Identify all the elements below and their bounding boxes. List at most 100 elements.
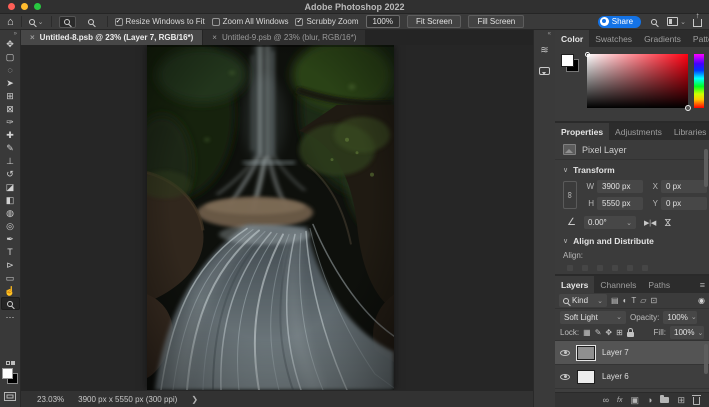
clone-stamp-tool[interactable]: ⊥	[1, 154, 20, 167]
saturation-brightness-field[interactable]	[587, 54, 688, 108]
layer-style-icon[interactable]: fx	[617, 396, 622, 405]
filter-toggle-icon[interactable]: ◉	[698, 296, 705, 305]
align-left-button[interactable]	[567, 265, 573, 271]
close-icon[interactable]: ×	[30, 33, 35, 42]
zoom-percent-field[interactable]: 100%	[366, 15, 400, 28]
home-icon[interactable]: ⌂	[7, 17, 14, 27]
flip-vertical-button[interactable]: ⋈	[662, 218, 673, 227]
color-picker-handle[interactable]	[685, 105, 691, 111]
expand-panel-icon[interactable]: »	[14, 30, 20, 37]
filter-smart-objects-icon[interactable]: ⊡	[650, 296, 657, 305]
blur-tool[interactable]: ◍	[1, 206, 20, 219]
layer-thumbnail[interactable]	[577, 370, 595, 384]
align-top-button[interactable]	[612, 265, 618, 271]
tab-adjustments[interactable]: Adjustments	[609, 123, 668, 140]
tab-gradients[interactable]: Gradients	[638, 30, 687, 47]
flip-horizontal-button[interactable]: ▶∣◀	[644, 219, 655, 227]
color-picker-marker[interactable]	[585, 52, 590, 57]
workspace-switcher[interactable]: ⌄	[667, 17, 686, 26]
link-layers-icon[interactable]: ∞	[603, 396, 609, 405]
type-tool[interactable]: T	[1, 245, 20, 258]
new-group-icon[interactable]	[660, 397, 669, 403]
zoom-tool[interactable]	[1, 297, 20, 310]
lock-all-icon[interactable]	[627, 332, 634, 337]
resize-windows-checkbox[interactable]: ✓ Resize Windows to Fit	[115, 17, 205, 26]
layer-thumbnail[interactable]	[577, 346, 595, 360]
panel-menu-icon[interactable]: ≡	[700, 276, 709, 293]
tab-libraries[interactable]: Libraries	[668, 123, 709, 140]
tab-patterns[interactable]: Patterns	[687, 30, 709, 47]
align-right-button[interactable]	[597, 265, 603, 271]
scrubby-zoom-checkbox[interactable]: ✓ Scrubby Zoom	[295, 17, 358, 26]
new-layer-icon[interactable]: ⊞	[677, 396, 685, 405]
share-button[interactable]: Share	[598, 16, 641, 28]
layer-row-layer-6[interactable]: Layer 6	[555, 365, 709, 389]
layer-row-layer-5[interactable]: Layer 5	[555, 389, 709, 392]
width-field[interactable]: 3900 px	[597, 180, 643, 193]
constrain-proportions-button[interactable]: ∞	[563, 181, 577, 209]
tab-swatches[interactable]: Swatches	[589, 30, 638, 47]
default-colors-icon[interactable]	[6, 361, 15, 365]
tab-channels[interactable]: Channels	[594, 276, 642, 293]
pen-tool[interactable]: ✒	[1, 232, 20, 245]
zoom-all-windows-checkbox[interactable]: Zoom All Windows	[212, 17, 289, 26]
edit-toolbar-button[interactable]: ⋯	[1, 310, 20, 323]
history-brush-tool[interactable]: ↺	[1, 167, 20, 180]
path-selection-tool[interactable]: ⊳	[1, 258, 20, 271]
align-middle-button[interactable]	[627, 265, 633, 271]
active-tool-indicator[interactable]: ⌄	[29, 18, 44, 26]
crop-tool[interactable]: ⊞	[1, 89, 20, 102]
blend-mode-dropdown[interactable]: Soft Light ⌄	[560, 311, 626, 324]
zoom-level[interactable]: 23.03%	[37, 395, 64, 404]
history-panel-button[interactable]: ≋	[537, 44, 552, 57]
visibility-eye-icon[interactable]	[560, 374, 570, 380]
lock-transparency-icon[interactable]: ▦	[583, 328, 591, 337]
status-chevron-icon[interactable]: ❯	[191, 395, 198, 404]
transform-section-header[interactable]: ∨ Transform	[555, 160, 709, 178]
delete-layer-icon[interactable]	[693, 397, 700, 405]
x-field[interactable]: 0 px	[661, 180, 707, 193]
gradient-tool[interactable]: ◧	[1, 193, 20, 206]
screen-mode-icon[interactable]	[4, 392, 16, 401]
foreground-color-swatch[interactable]	[2, 368, 13, 379]
export-icon[interactable]	[693, 19, 702, 27]
visibility-eye-icon[interactable]	[560, 350, 570, 356]
hue-slider[interactable]	[694, 54, 704, 108]
color-swatches[interactable]	[2, 368, 18, 384]
collapse-panels-icon[interactable]: «	[548, 30, 555, 37]
align-bottom-button[interactable]	[642, 265, 648, 271]
filter-pixel-layers-icon[interactable]: ▤	[611, 296, 619, 305]
search-icon[interactable]	[651, 19, 657, 25]
filter-shape-layers-icon[interactable]: ▱	[640, 296, 646, 305]
hand-tool[interactable]: ☝	[1, 284, 20, 297]
fit-screen-button[interactable]: Fit Screen	[407, 15, 461, 28]
layer-name[interactable]: Layer 6	[602, 372, 629, 381]
rotation-dropdown[interactable]: 0.00° ⌄	[584, 216, 636, 229]
foreground-color-swatch[interactable]	[561, 54, 574, 67]
lock-artboard-icon[interactable]: ⊞	[616, 328, 623, 337]
object-selection-tool[interactable]: ➤	[1, 76, 20, 89]
lock-position-icon[interactable]: ✥	[605, 328, 612, 337]
tab-layers[interactable]: Layers	[555, 276, 594, 293]
marquee-tool[interactable]: ▢	[1, 50, 20, 63]
y-field[interactable]: 0 px	[661, 197, 707, 210]
opacity-dropdown[interactable]: 100% ⌄	[663, 311, 697, 324]
lasso-tool[interactable]: ◌	[1, 63, 20, 76]
filter-kind-dropdown[interactable]: Kind ⌄	[559, 294, 607, 307]
layer-row-layer-7[interactable]: Layer 7	[555, 341, 709, 365]
tab-paths[interactable]: Paths	[642, 276, 676, 293]
color-swatch-pair[interactable]	[561, 54, 581, 74]
zoom-out-button[interactable]	[83, 16, 100, 28]
document-tab-active[interactable]: × Untitled-8.psb @ 23% (Layer 7, RGB/16*…	[21, 30, 202, 45]
lock-pixels-icon[interactable]: ✎	[595, 328, 602, 337]
eyedropper-tool[interactable]: ✑	[1, 115, 20, 128]
tab-properties[interactable]: Properties	[555, 123, 609, 140]
canvas[interactable]	[21, 45, 533, 390]
add-layer-mask-icon[interactable]: ▣	[631, 396, 640, 405]
layer-name[interactable]: Layer 7	[602, 348, 629, 357]
tab-color[interactable]: Color	[555, 30, 589, 47]
zoom-in-button[interactable]	[59, 16, 76, 28]
brush-tool[interactable]: ✎	[1, 141, 20, 154]
close-icon[interactable]: ×	[212, 33, 217, 42]
eraser-tool[interactable]: ◪	[1, 180, 20, 193]
